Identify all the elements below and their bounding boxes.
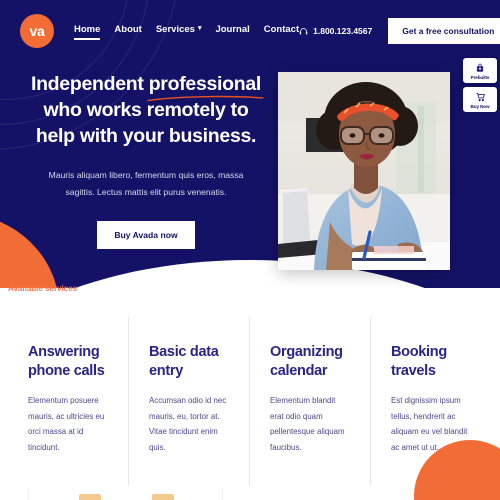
service-card-description: Elementum posuere mauris, ac ultricies e… xyxy=(28,395,105,453)
buy-now-widget-label: Buy Now xyxy=(470,104,490,109)
site-logo[interactable]: va xyxy=(20,14,54,48)
buy-now-widget-button[interactable]: Buy Now xyxy=(463,87,497,112)
service-card-description: Accumsan odio id nec mauris, eu, tortor … xyxy=(149,395,227,453)
logo-text: va xyxy=(29,23,45,39)
nav-item-home[interactable]: Home xyxy=(74,23,101,40)
hero-title-highlight: professional xyxy=(146,72,264,102)
get-free-consultation-button[interactable]: Get a free consultation xyxy=(388,18,500,44)
service-card-title: Booking travels xyxy=(391,344,447,379)
hero-image xyxy=(278,72,450,270)
hero-title-underlined-word: professional xyxy=(148,73,262,95)
service-card-title: Organizing calendar xyxy=(270,344,343,379)
floating-side-widgets: Prebuilts Buy Now xyxy=(463,58,497,112)
hero-image-illustration xyxy=(278,72,450,270)
headset-icon xyxy=(299,27,308,36)
decorative-divider-1 xyxy=(28,488,29,500)
chevron-down-icon: ▾ xyxy=(197,24,202,32)
nav-item-journal[interactable]: Journal xyxy=(215,24,249,39)
prebuilts-widget-label: Prebuilts xyxy=(470,75,490,80)
services-eyebrow: Available services xyxy=(8,284,78,293)
main-navigation: va Home About Services ▾ Journal Contact xyxy=(0,0,500,62)
nav-phone-number: 1.800.123.4567 xyxy=(313,26,373,36)
hero-content: Independent professional who works remot… xyxy=(22,72,270,250)
nav-phone[interactable]: 1.800.123.4567 xyxy=(299,26,372,36)
decorative-chip-1 xyxy=(79,494,101,500)
service-card-title: Basic data entry xyxy=(149,344,219,379)
nav-links: Home About Services ▾ Journal Contact xyxy=(74,23,299,40)
decorative-chip-2 xyxy=(152,494,174,500)
hero-title-line1-pre: Independent xyxy=(30,73,149,95)
service-card-title: Answering phone calls xyxy=(28,344,105,379)
nav-item-journal-label: Journal xyxy=(215,23,250,35)
hero-title-line3: help with your business. xyxy=(35,124,257,147)
service-card[interactable]: Answering phone calls Elementum posuere … xyxy=(8,317,129,486)
nav-item-services-label: Services xyxy=(155,23,195,35)
service-card-description: Elementum blandit erat odio quam pellent… xyxy=(270,395,345,453)
service-card[interactable]: Basic data entry Accumsan odio id nec ma… xyxy=(129,317,250,486)
services-section: Available services Answering phone calls… xyxy=(0,284,500,486)
orange-underline-swoosh xyxy=(146,95,264,102)
buy-avada-now-button[interactable]: Buy Avada now xyxy=(97,221,195,250)
page-root: va Home About Services ▾ Journal Contact xyxy=(0,0,500,500)
shopping-cart-icon xyxy=(465,91,495,103)
hero-title-line2: who works remotely to xyxy=(43,98,249,121)
nav-item-about-label: About xyxy=(114,23,142,35)
service-card[interactable]: Organizing calendar Elementum blandit er… xyxy=(250,317,371,486)
nav-item-home-label: Home xyxy=(74,23,101,35)
nav-item-contact-label: Contact xyxy=(263,23,300,35)
nav-item-services[interactable]: Services ▾ xyxy=(156,24,202,39)
prebuilts-icon xyxy=(465,62,495,74)
prebuilts-widget-button[interactable]: Prebuilts xyxy=(463,58,497,83)
hero-paragraph: Mauris aliquam libero, fermentum quis er… xyxy=(48,169,244,197)
hero-title: Independent professional who works remot… xyxy=(22,72,270,150)
decorative-divider-2 xyxy=(222,488,223,500)
nav-item-contact[interactable]: Contact xyxy=(264,24,299,39)
nav-item-about[interactable]: About xyxy=(114,24,141,39)
